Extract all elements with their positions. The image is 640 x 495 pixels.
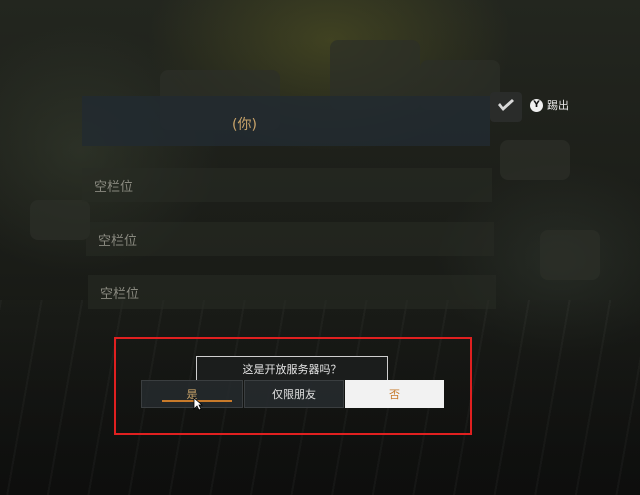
kick-label: 踢出 <box>547 99 569 112</box>
player-name: (你) <box>232 117 257 133</box>
friends-only-label: 仅限朋友 <box>272 388 316 401</box>
empty-slot-label: 空栏位 <box>94 179 134 195</box>
player-name-bar <box>82 96 490 146</box>
server-question: 这是开放服务器吗？ <box>196 356 388 380</box>
empty-slot-1[interactable]: 空栏位 <box>82 168 492 202</box>
empty-slot-2[interactable]: 空栏位 <box>86 222 494 256</box>
player-avatar <box>490 92 522 122</box>
yes-button[interactable]: 是 <box>141 380 243 408</box>
mouse-cursor-icon <box>193 397 203 411</box>
no-button[interactable]: 否 <box>345 380 444 408</box>
empty-slot-3[interactable]: 空栏位 <box>88 275 496 309</box>
empty-slot-label: 空栏位 <box>98 233 138 249</box>
avatar-icon <box>498 99 514 111</box>
y-button-icon: Y <box>530 98 543 112</box>
empty-slot-label: 空栏位 <box>100 286 140 302</box>
friends-only-button[interactable]: 仅限朋友 <box>244 380 344 408</box>
kick-button[interactable]: Y 踢出 <box>530 97 569 113</box>
no-label: 否 <box>389 388 400 401</box>
